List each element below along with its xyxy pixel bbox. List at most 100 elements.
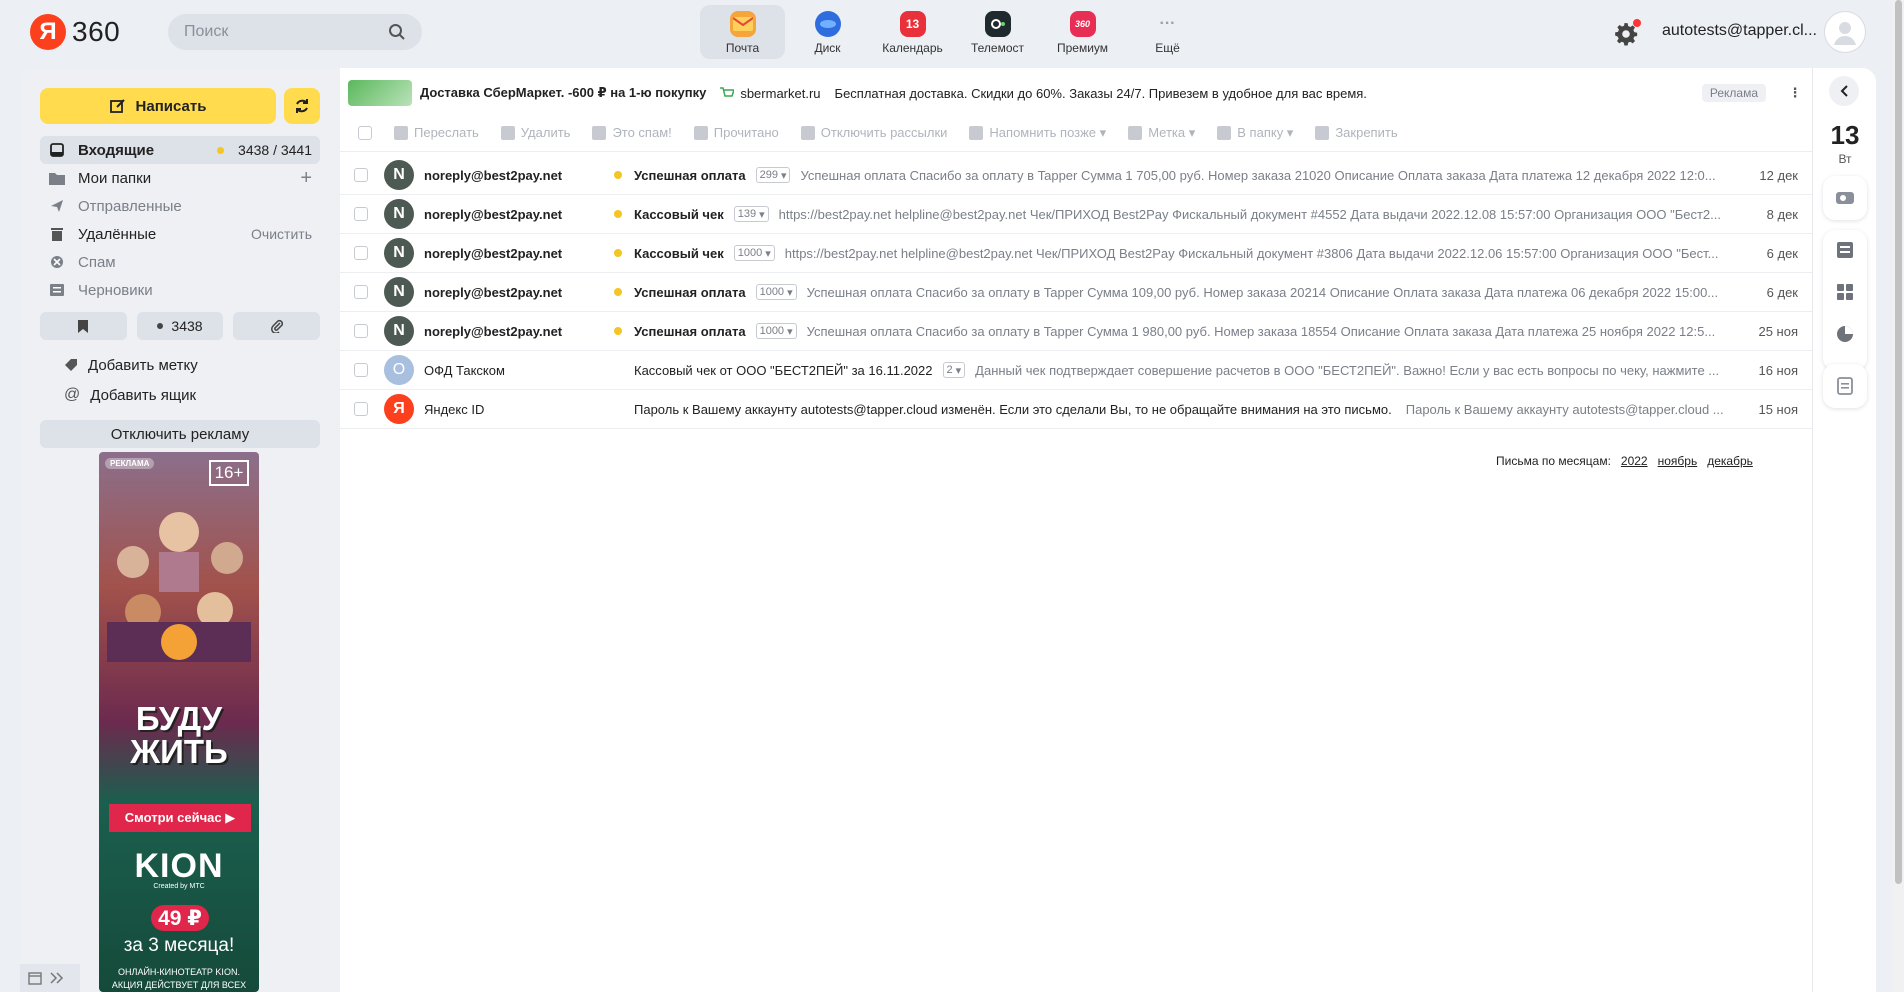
remind-later-button[interactable]: Напомнить позже ▾ [969,125,1106,141]
unread-dot[interactable] [614,249,622,257]
pin-button[interactable]: Закрепить [1315,125,1398,140]
message-subject: Пароль к Вашему аккаунту autotests@tappe… [634,401,1392,417]
refresh-icon [296,99,308,113]
message-row[interactable]: Я Яндекс ID Пароль к Вашему аккаунту aut… [340,390,1812,429]
add-label-link[interactable]: Добавить метку [64,354,198,376]
message-row[interactable]: N noreply@best2pay.net Кассовый чек 139 ▾… [340,195,1812,234]
yandex360-logo[interactable]: Я 360 [30,14,120,50]
ad-thumbnail [348,80,412,106]
compose-button[interactable]: Написать [40,88,276,124]
rail-calendar-date[interactable]: 13 [1813,120,1876,151]
thread-count[interactable]: 1000 ▾ [733,245,775,261]
pin-label: Закрепить [1335,125,1398,140]
message-row[interactable]: N noreply@best2pay.net Кассовый чек 1000… [340,234,1812,273]
message-checkbox[interactable] [354,363,368,377]
unread-dot[interactable] [217,146,225,154]
message-date: 8 дек [1766,206,1798,222]
filter-unread[interactable]: 3438 [136,312,224,340]
message-row[interactable]: N noreply@best2pay.net Успешная оплата 1… [340,312,1812,351]
ad-more-icon[interactable]: ⋮ [1786,85,1804,101]
right-rail: 13 Вт [1812,68,1876,992]
message-date: 6 дек [1766,245,1798,261]
pie-chart-icon[interactable] [1835,324,1855,344]
unread-dot[interactable] [614,327,622,335]
forward-button[interactable]: Переслать [394,125,479,140]
label-button[interactable]: Метка ▾ [1128,125,1195,141]
folder-spam[interactable]: Спам [40,248,320,276]
refresh-button[interactable] [284,88,320,124]
clear-trash-link[interactable]: Очистить [251,226,312,242]
sender-name: noreply@best2pay.net [424,245,563,261]
select-all-checkbox[interactable] [358,125,372,140]
notes-icon[interactable] [1835,240,1855,260]
search-input[interactable]: Поиск [168,14,422,50]
month-link-december[interactable]: декабрь [1707,454,1753,468]
folder-drafts[interactable]: Черновики [40,276,320,304]
unsubscribe-button[interactable]: Отключить рассылки [800,125,947,140]
main-card: Написать Входящие 3438 / 3441 Мои папки … [20,68,1876,992]
message-row[interactable]: N noreply@best2pay.net Успешная оплата 1… [340,273,1812,312]
service-disk[interactable]: Диск [785,5,870,59]
thread-count[interactable]: 1000 ▾ [755,323,797,339]
message-checkbox[interactable] [354,246,368,260]
year-link[interactable]: 2022 [1621,454,1648,468]
quick-filters: 3438 [40,312,321,340]
disable-ads-button[interactable]: Отключить рекламу [40,420,320,448]
message-checkbox[interactable] [354,168,368,182]
unread-dot[interactable] [614,210,622,218]
month-link-november[interactable]: ноябрь [1658,454,1698,468]
sender-name: ОФД Такском [424,362,505,378]
folder-my-folders[interactable]: Мои папки + [40,164,320,192]
folder-trash[interactable]: Удалённые Очистить [40,220,320,248]
service-telemost[interactable]: Телемост [955,5,1040,59]
widgets-icon[interactable] [1835,282,1855,302]
page-scrollbar[interactable] [1893,0,1904,992]
calendar-small-icon[interactable] [28,971,42,985]
filter-important[interactable] [40,312,127,340]
thread-count[interactable]: 2 ▾ [942,362,966,378]
expand-sidebar-icon[interactable] [50,972,64,984]
service-mail[interactable]: Почта [700,5,785,59]
filter-attachments[interactable] [233,312,321,340]
delete-button[interactable]: Удалить [500,125,570,140]
scrollbar-thumb[interactable] [1895,0,1902,884]
thread-count-value: 2 [946,364,953,376]
mark-read-button[interactable]: Прочитано [693,125,779,140]
sender-name: Яндекс ID [424,401,485,417]
thread-count[interactable]: 299 ▾ [755,167,791,183]
unread-dot[interactable] [614,288,622,296]
folder-inbox[interactable]: Входящие 3438 / 3441 [40,136,320,164]
rail-notes-button[interactable] [1823,364,1867,408]
unread-dot[interactable] [614,171,622,179]
collapse-rail-button[interactable] [1829,76,1859,106]
thread-count[interactable]: 1000 ▾ [755,284,797,300]
message-row[interactable]: О ОФД Такском Кассовый чек от ООО "БЕСТ2… [340,351,1812,390]
top-ad-banner[interactable]: Доставка СберМаркет. -600 ₽ на 1-ю покуп… [348,78,1804,108]
spam-button[interactable]: Это спам! [592,125,672,140]
add-folder-icon[interactable]: + [300,167,312,190]
sidebar-ad-banner[interactable]: РЕКЛАМА 16+ БУДУ ЖИТЬ Смотри сейчас ▶ KI… [99,452,259,992]
settings-button[interactable] [1613,19,1641,47]
ad-label: Реклама [1701,84,1766,102]
filter-unread-count: 3438 [171,318,203,334]
user-avatar[interactable] [1824,11,1866,53]
message-row[interactable]: N noreply@best2pay.net Успешная оплата 2… [340,156,1812,195]
sender-name: noreply@best2pay.net [424,323,563,339]
message-checkbox[interactable] [354,324,368,338]
folder-sent[interactable]: Отправленные [40,192,320,220]
message-checkbox[interactable] [354,207,368,221]
message-date: 16 ноя [1758,362,1798,378]
rail-telemost-button[interactable] [1823,176,1867,220]
service-more[interactable]: ··· Ещё [1125,5,1210,59]
service-calendar[interactable]: 13 Календарь [870,5,955,59]
service-premium[interactable]: 360 Премиум [1040,5,1125,59]
folder-drafts-label: Черновики [78,281,153,299]
add-mailbox-link[interactable]: @ Добавить ящик [64,384,196,406]
thread-count[interactable]: 139 ▾ [733,206,769,222]
message-checkbox[interactable] [354,402,368,416]
user-email[interactable]: autotests@tapper.cl... [1662,22,1817,40]
ad-watch-button[interactable]: Смотри сейчас ▶ [109,804,251,832]
message-checkbox[interactable] [354,285,368,299]
move-to-folder-button[interactable]: В папку ▾ [1217,125,1293,141]
search-icon[interactable] [388,23,406,41]
